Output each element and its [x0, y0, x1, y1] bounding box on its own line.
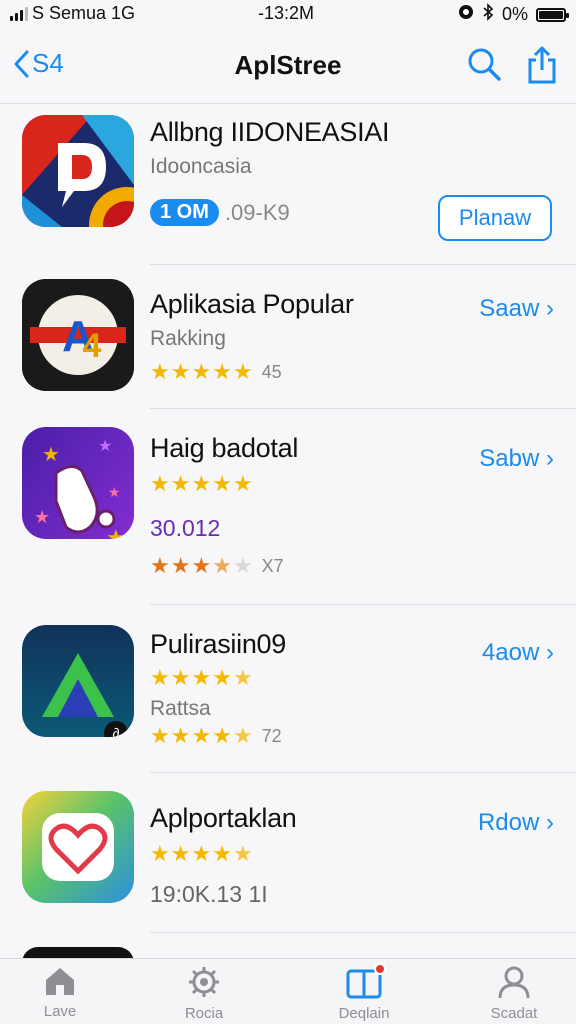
tab-home[interactable]: Lave [0, 965, 120, 1020]
app-icon-logo: ★ ★ ★ ★ ★ [22, 427, 134, 539]
view-button[interactable]: 4aow › [482, 639, 554, 667]
app-title: Pulirasiin09 [150, 629, 286, 659]
list-item[interactable]: Allbng IIDONEASIAI Idooncasia 1 OM .09-K… [0, 105, 576, 265]
settings-gear-icon [189, 967, 219, 997]
svg-text:★: ★ [42, 444, 60, 466]
view-button[interactable]: Rdow › [478, 809, 554, 837]
secondary-rating-stars: ★ ★ ★ ★ ★ X7 [150, 553, 284, 578]
svg-text:★: ★ [98, 438, 112, 455]
status-left: S Semua 1G [10, 3, 135, 24]
navigation-bar: S4 AplStree [0, 30, 576, 104]
svg-text:4: 4 [83, 327, 102, 365]
bluetooth-icon [482, 3, 494, 26]
back-button[interactable]: S4 [12, 48, 64, 79]
list-item[interactable]: Aplportaklan ★ ★ ★ ★ ★ 19:0K.13 1I Rdow › [0, 773, 576, 933]
chevron-left-icon [14, 50, 29, 77]
clock-text: -13:2M [258, 3, 315, 23]
battery-percent: 0% [501, 4, 528, 24]
app-title: Allbng IIDONEASIAI [150, 117, 390, 147]
battery-icon [536, 7, 569, 22]
list-item[interactable]: A 4 Aplikasia Popular Rakking ★ ★ ★ ★ ★ 45 S… [0, 265, 576, 409]
home-icon [46, 968, 74, 995]
app-title: Aplikasia Popular [150, 289, 354, 319]
signal-icon [10, 6, 28, 21]
app-subtitle: Rattsa [150, 697, 211, 720]
tab-label: Deqlain [338, 1005, 390, 1022]
share-button[interactable] [526, 46, 558, 89]
person-icon [498, 966, 530, 999]
lock-rotation-icon [458, 4, 474, 25]
size-badge: 1 OM [150, 199, 219, 226]
rating-stars: ★ ★ ★ ★ ★ [150, 841, 253, 866]
notification-dot [374, 963, 386, 975]
app-subtitle: Rakking [150, 327, 226, 350]
share-icon [528, 46, 556, 84]
status-right: 0% [458, 3, 569, 26]
tab-settings[interactable]: Rocia [144, 965, 264, 1022]
svg-text:★: ★ [108, 484, 121, 500]
tab-bar: Lave Rocia Deqlain Scadat [0, 958, 576, 1024]
tab-label: Scadat [490, 1005, 538, 1022]
rating-stars: ★ ★ ★ ★ ★ [150, 471, 253, 496]
back-label: S4 [32, 48, 64, 78]
svg-text:★: ★ [34, 507, 50, 527]
view-button[interactable]: Saaw › [479, 295, 554, 323]
app-price: 30.012 [150, 515, 221, 541]
app-icon-logo: A 4 [22, 279, 134, 391]
app-icon-logo [22, 115, 134, 227]
tab-label: Rocia [184, 1005, 224, 1022]
app-meta: .09-K9 [224, 199, 290, 225]
tab-label: Lave [43, 1003, 77, 1020]
rating-stars: ★ ★ ★ ★ ★ [150, 665, 253, 690]
app-subtitle: Idooncasia [150, 155, 252, 178]
search-button[interactable] [466, 46, 502, 89]
rating-count: X7 [261, 556, 284, 576]
app-title: Haig badotal [150, 433, 299, 463]
app-icon-logo [22, 791, 134, 903]
svg-text:∂: ∂ [113, 725, 120, 737]
search-icon [468, 48, 501, 81]
app-icon-logo: ∂ [22, 625, 134, 737]
app-title: Aplportaklan [150, 803, 297, 833]
carrier-text: S Semua 1G [32, 3, 136, 23]
status-bar: S Semua 1G -13:2M 0% [0, 0, 576, 28]
view-button[interactable]: Sabw › [479, 445, 554, 473]
rating-count: 72 [261, 726, 282, 746]
rating-count: 45 [261, 362, 282, 382]
list-item[interactable]: ★ ★ ★ ★ ★ Haig badotal ★ ★ ★ ★ ★ 30.012 ★ ★ ★ ★… [0, 409, 576, 605]
list-item[interactable]: ∂ Pulirasiin09 ★ ★ ★ ★ ★ Rattsa ★ ★ ★ ★ ★ 72 4ao… [0, 605, 576, 773]
secondary-rating-stars: ★ ★ ★ ★ ★ 72 [150, 723, 282, 748]
tab-profile[interactable]: Scadat [454, 965, 574, 1022]
get-button[interactable]: Planaw [438, 195, 552, 241]
rating-stars: ★ ★ ★ ★ ★ 45 [150, 359, 282, 384]
tab-apps[interactable]: Deqlain [304, 963, 424, 1022]
app-meta: 19:0K.13 1I [150, 881, 268, 907]
